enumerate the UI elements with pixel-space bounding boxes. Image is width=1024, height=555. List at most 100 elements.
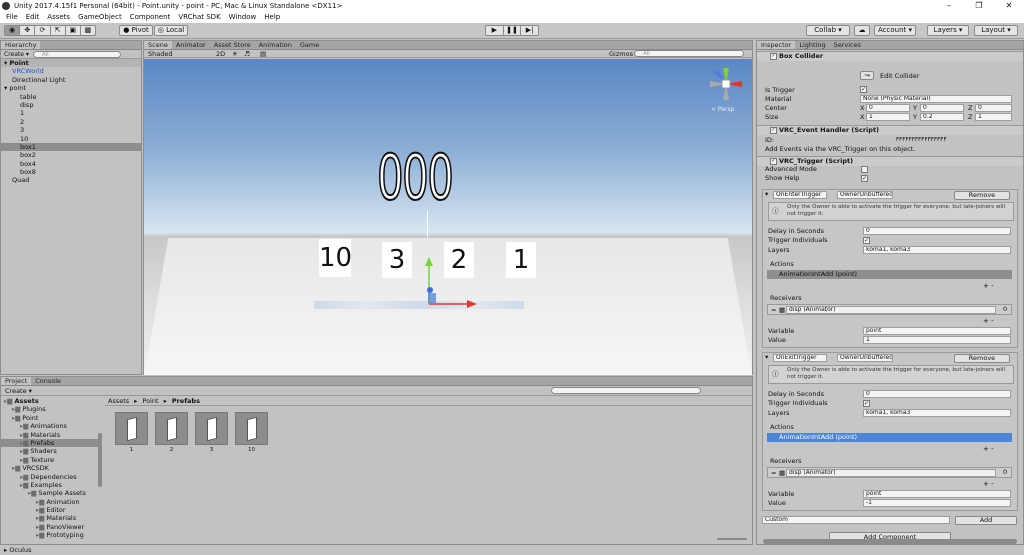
- rect-tool-icon[interactable]: ▣: [66, 26, 81, 35]
- pause-button[interactable]: ❚❚: [504, 26, 522, 35]
- hierarchy-item[interactable]: 3: [1, 126, 141, 134]
- is-trigger-checkbox[interactable]: ✓: [860, 86, 867, 93]
- add-trigger-button[interactable]: Add: [955, 516, 1017, 525]
- hierarchy-item[interactable]: 1: [1, 109, 141, 117]
- prefab-1[interactable]: [115, 412, 148, 445]
- menu-file[interactable]: File: [2, 12, 22, 23]
- project-folder[interactable]: ▸▆ Animation: [1, 498, 99, 506]
- hierarchy-item[interactable]: disp: [1, 101, 141, 109]
- value-field[interactable]: 1: [863, 336, 1011, 344]
- trigger-type-dropdown[interactable]: OnExitTrigger: [773, 354, 827, 362]
- project-folder[interactable]: ▸▆ VRCSDK: [1, 464, 99, 472]
- delay-field[interactable]: 0: [863, 390, 1011, 398]
- icon-size-slider[interactable]: [717, 538, 747, 540]
- breadcrumb-point[interactable]: Point: [142, 397, 158, 405]
- hierarchy-item[interactable]: Quad: [1, 176, 141, 184]
- tab-inspector[interactable]: Inspector: [757, 41, 796, 49]
- custom-trigger-dropdown[interactable]: Custom: [762, 516, 950, 524]
- vrc-trigger-enabled-checkbox[interactable]: ✓: [770, 158, 777, 165]
- project-folder[interactable]: ▸▆ Editor: [1, 506, 99, 514]
- tab-game[interactable]: Game: [296, 41, 323, 49]
- project-folder[interactable]: ▸▆ Sample Assets: [1, 489, 99, 497]
- hierarchy-item[interactable]: 10: [1, 135, 141, 143]
- breadcrumb-assets[interactable]: Assets: [108, 397, 129, 405]
- menu-assets[interactable]: Assets: [43, 12, 74, 23]
- project-folder[interactable]: ▸▆ Animations: [1, 422, 99, 430]
- menu-gameobject[interactable]: GameObject: [74, 12, 126, 23]
- add-action-button[interactable]: + -: [983, 282, 994, 290]
- box-collider-header[interactable]: Box Collider: [757, 51, 1023, 61]
- advanced-mode-checkbox[interactable]: [861, 166, 868, 173]
- hierarchy-item[interactable]: box2: [1, 151, 141, 159]
- close-button[interactable]: ✕: [994, 0, 1024, 12]
- scene-root[interactable]: ▾ Point: [1, 59, 141, 68]
- move-gizmo[interactable]: [404, 254, 484, 314]
- mode-2d-toggle[interactable]: 2D: [216, 50, 225, 58]
- hierarchy-item[interactable]: box8: [1, 168, 141, 176]
- hierarchy-item[interactable]: Directional Light: [1, 76, 141, 84]
- tab-hierarchy[interactable]: Hierarchy: [1, 41, 41, 49]
- center-z-field[interactable]: 0: [975, 104, 1012, 112]
- prefab-2[interactable]: [155, 412, 188, 445]
- tab-scene[interactable]: Scene: [144, 41, 172, 49]
- add-receiver-button[interactable]: + -: [983, 317, 994, 325]
- hierarchy-item[interactable]: box4: [1, 160, 141, 168]
- tab-console[interactable]: Console: [31, 377, 65, 385]
- project-folder[interactable]: ▸▆ Shaders: [1, 447, 99, 455]
- hierarchy-search-input[interactable]: All: [32, 50, 121, 58]
- project-folder[interactable]: ▸▆ Assets: [1, 397, 99, 405]
- hierarchy-item[interactable]: 2: [1, 118, 141, 126]
- move-tool-icon[interactable]: ✥: [20, 26, 36, 35]
- size-y-field[interactable]: 0.2: [920, 113, 964, 121]
- cloud-icon[interactable]: ☁: [854, 25, 870, 36]
- variable-field[interactable]: point: [863, 327, 1011, 335]
- tab-services[interactable]: Services: [830, 41, 865, 49]
- event-handler-enabled-checkbox[interactable]: ✓: [770, 127, 777, 134]
- hierarchy-item[interactable]: VRCWorld: [1, 67, 141, 75]
- tab-animator[interactable]: Animator: [172, 41, 210, 49]
- broadcast-type-dropdown[interactable]: OwnerUnbuffered ‡: [837, 191, 893, 199]
- trigger-type-dropdown[interactable]: OnEnterTrigger: [773, 191, 827, 199]
- trigger-fold-icon[interactable]: ▾: [765, 190, 768, 198]
- variable-field[interactable]: point: [863, 490, 1011, 498]
- event-handler-header[interactable]: VRC_Event Handler (Script): [757, 125, 1023, 135]
- layers-dropdown[interactable]: koma1, koma3: [863, 409, 1011, 417]
- show-help-checkbox[interactable]: ✓: [861, 175, 868, 182]
- tab-asset-store[interactable]: Asset Store: [210, 41, 255, 49]
- menu-component[interactable]: Component: [126, 12, 175, 23]
- transform-tool-icon[interactable]: ▩: [81, 26, 95, 35]
- menu-edit[interactable]: Edit: [22, 12, 44, 23]
- remove-trigger-button[interactable]: Remove: [954, 191, 1010, 200]
- menu-help[interactable]: Help: [260, 12, 284, 23]
- project-tree-scrollbar[interactable]: [98, 433, 102, 487]
- hierarchy-item[interactable]: box1: [1, 142, 141, 152]
- prefab-3[interactable]: [195, 412, 228, 445]
- collab-dropdown[interactable]: Collab ▾: [806, 25, 850, 36]
- add-receiver-button[interactable]: + -: [983, 480, 994, 488]
- project-folder[interactable]: ▸▆ Materials: [1, 431, 99, 439]
- tab-lighting[interactable]: Lighting: [795, 41, 829, 49]
- project-folder[interactable]: ▸▆ Prototyping: [1, 531, 99, 539]
- lighting-toggle-icon[interactable]: ☀: [232, 50, 238, 58]
- edit-collider-icon[interactable]: ↝: [860, 71, 874, 80]
- local-toggle[interactable]: ◎ Local: [154, 25, 188, 36]
- trigger-individuals-checkbox[interactable]: ✓: [863, 237, 870, 244]
- project-folder[interactable]: ▸▆ Point: [1, 414, 99, 422]
- project-folder[interactable]: ▸▆ Materials: [1, 514, 99, 522]
- project-create-button[interactable]: Create ▾: [5, 387, 32, 395]
- action-row[interactable]: AnimationIntAdd (point): [767, 270, 1012, 279]
- hand-tool-icon[interactable]: ◉: [5, 26, 21, 35]
- action-row[interactable]: AnimationIntAdd (point): [767, 433, 1012, 442]
- orientation-gizmo[interactable]: [706, 64, 746, 104]
- trigger-individuals-checkbox[interactable]: ✓: [863, 400, 870, 407]
- material-field[interactable]: None (Physic Material): [860, 95, 1012, 103]
- rotate-tool-icon[interactable]: ⟳: [35, 26, 51, 35]
- remove-trigger-button[interactable]: Remove: [954, 354, 1010, 363]
- layers-dropdown[interactable]: koma1, koma3: [863, 246, 1011, 254]
- shading-dropdown[interactable]: Shaded: [148, 50, 172, 58]
- effects-toggle-icon[interactable]: ▤: [260, 50, 266, 58]
- minimize-button[interactable]: –: [934, 0, 964, 12]
- inspector-scrollbar[interactable]: [763, 539, 1017, 544]
- size-x-field[interactable]: 1: [866, 113, 910, 121]
- center-x-field[interactable]: 0: [866, 104, 910, 112]
